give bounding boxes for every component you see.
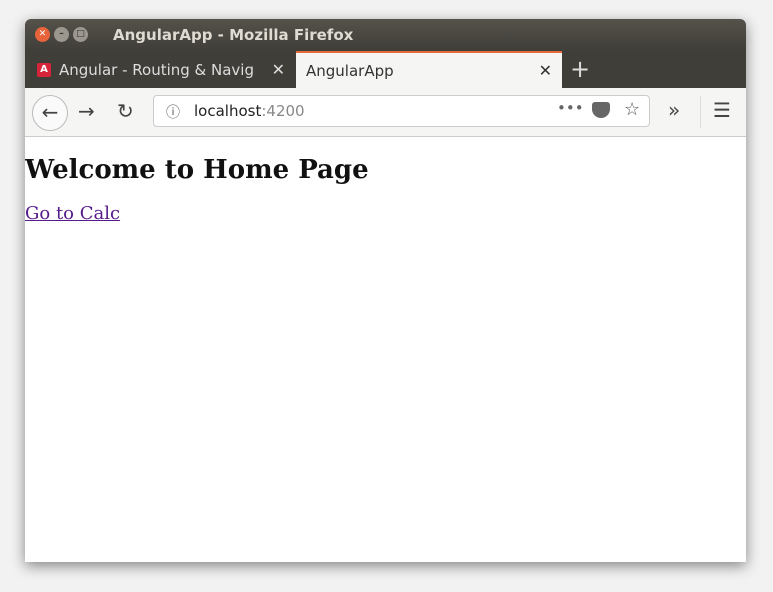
back-button[interactable]: ← <box>32 95 68 131</box>
info-icon[interactable]: ⓘ <box>166 102 180 122</box>
minimize-button[interactable]: – <box>54 27 69 42</box>
pocket-icon[interactable] <box>592 102 610 118</box>
forward-button[interactable]: → <box>78 99 95 123</box>
tab-bar: A Angular - Routing & Navig ✕ AngularApp… <box>25 51 746 88</box>
window-title: AngularApp - Mozilla Firefox <box>113 26 354 44</box>
browser-window: ✕ – □ AngularApp - Mozilla Firefox A Ang… <box>25 19 746 562</box>
page-heading: Welcome to Home Page <box>25 155 369 185</box>
url-host: localhost <box>194 102 262 120</box>
title-bar: ✕ – □ AngularApp - Mozilla Firefox <box>25 19 746 51</box>
tab-label: AngularApp <box>306 61 394 80</box>
go-to-calc-link[interactable]: Go to Calc <box>25 203 120 224</box>
close-tab-icon[interactable]: ✕ <box>539 61 552 80</box>
menu-hamburger-icon[interactable]: ☰ <box>713 98 731 122</box>
tab-angular-docs[interactable]: A Angular - Routing & Navig ✕ <box>25 51 295 88</box>
new-tab-button[interactable]: + <box>570 55 590 83</box>
maximize-button[interactable]: □ <box>73 27 88 42</box>
page-actions-icon[interactable]: ••• <box>557 99 584 117</box>
overflow-chevron-icon[interactable]: » <box>668 98 680 122</box>
reload-button[interactable]: ↻ <box>117 99 134 123</box>
close-tab-icon[interactable]: ✕ <box>272 60 285 79</box>
tab-angularapp[interactable]: AngularApp ✕ <box>296 51 562 88</box>
divider <box>700 96 701 128</box>
angular-icon: A <box>37 62 51 77</box>
close-window-button[interactable]: ✕ <box>35 27 50 42</box>
url-port: :4200 <box>261 102 305 120</box>
page-content: Welcome to Home Page Go to Calc <box>25 137 746 224</box>
nav-bar: ← → ↻ ⓘ localhost:4200 ••• ☆ » ☰ <box>25 88 746 137</box>
address-bar[interactable]: ⓘ localhost:4200 ••• ☆ <box>153 95 650 127</box>
bookmark-star-icon[interactable]: ☆ <box>624 99 640 120</box>
tab-label: Angular - Routing & Navig <box>59 60 254 79</box>
